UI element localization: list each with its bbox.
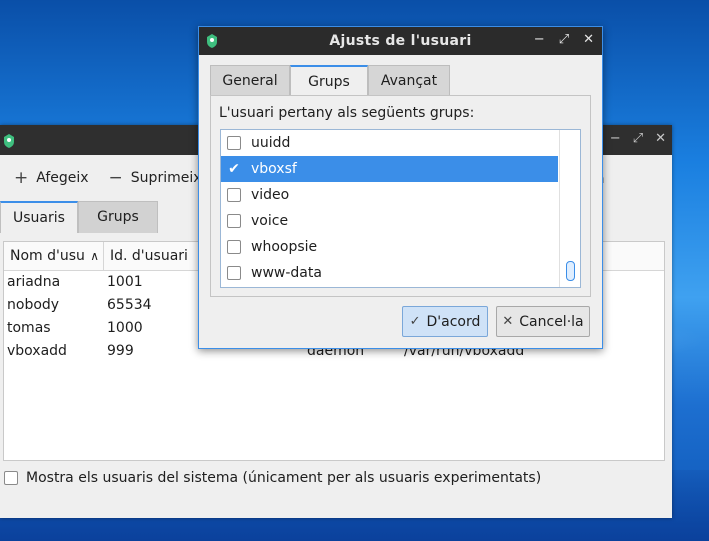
close-icon[interactable]: ✕ (583, 32, 594, 47)
check-icon: ✓ (409, 314, 421, 329)
group-name: vboxsf (251, 161, 297, 177)
user-name: tomas (7, 320, 51, 336)
remove-user-button[interactable]: − Suprimeix (109, 168, 202, 188)
list-item[interactable]: voice (221, 208, 558, 234)
sort-ascending-icon: ∧ (90, 249, 99, 263)
checkmark-icon[interactable]: ✔ (227, 161, 241, 177)
user-settings-dialog: Ajusts de l'usuari − ⤢ ✕ General Grups A… (198, 26, 603, 349)
group-name: video (251, 187, 290, 203)
group-checkbox[interactable] (227, 136, 241, 150)
group-name: uuidd (251, 135, 291, 151)
tab-advanced[interactable]: Avançat (368, 65, 450, 95)
users-tabs: Usuaris Grups (0, 201, 158, 233)
scrollbar-thumb[interactable] (566, 261, 575, 281)
groups-label: L'usuari pertany als següents grups: (219, 105, 475, 121)
group-checkbox[interactable] (227, 214, 241, 228)
plus-icon: + (14, 168, 29, 188)
show-system-users-checkbox[interactable] (4, 471, 18, 485)
column-name-label: Nom d'usu (10, 248, 85, 264)
list-item[interactable]: whoopsie (221, 234, 558, 260)
groups-scrollbar[interactable] (559, 130, 580, 287)
cancel-button[interactable]: ✕ Cancel·la (496, 306, 590, 337)
group-checkbox[interactable] (227, 266, 241, 280)
remove-user-label: Suprimeix (130, 170, 202, 186)
close-icon[interactable]: ✕ (655, 131, 666, 146)
list-item[interactable]: ✔ vboxsf (221, 156, 558, 182)
minus-icon: − (108, 168, 123, 188)
tab-groups[interactable]: Grups (290, 65, 368, 95)
minimize-icon[interactable]: − (534, 32, 545, 47)
tab-general[interactable]: General (210, 65, 290, 95)
groups-list: uuidd ✔ vboxsf video voice whoopsie www-… (220, 129, 581, 288)
users-toolbar: + Afegeix − Suprimeix (0, 165, 208, 191)
ok-label: D'acord (426, 313, 481, 330)
app-logo-icon (2, 133, 16, 153)
dialog-tabs: General Grups Avançat (210, 65, 450, 95)
group-checkbox[interactable] (227, 240, 241, 254)
list-item[interactable]: video (221, 182, 558, 208)
user-id: 1001 (107, 274, 143, 290)
minimize-icon[interactable]: − (610, 131, 621, 146)
user-name: nobody (7, 297, 60, 313)
list-item[interactable]: uuidd (221, 130, 558, 156)
add-user-label: Afegeix (36, 170, 89, 186)
dialog-titlebar: Ajusts de l'usuari − ⤢ ✕ (199, 27, 602, 55)
groups-panel: L'usuari pertany als següents grups: uui… (210, 95, 591, 297)
column-header-name[interactable]: Nom d'usu ∧ (4, 242, 104, 270)
user-name: vboxadd (7, 343, 67, 359)
show-system-users-option[interactable]: Mostra els usuaris del sistema (únicamen… (4, 470, 541, 486)
close-icon: ✕ (502, 314, 514, 329)
user-id: 999 (107, 343, 134, 359)
cancel-label: Cancel·la (519, 313, 584, 330)
group-name: www-data (251, 265, 322, 281)
user-name: ariadna (7, 274, 61, 290)
user-id: 1000 (107, 320, 143, 336)
add-user-button[interactable]: + Afegeix (14, 168, 89, 188)
user-id: 65534 (107, 297, 152, 313)
maximize-icon[interactable]: ⤢ (559, 32, 569, 47)
tab-users[interactable]: Usuaris (0, 201, 78, 233)
group-name: voice (251, 213, 289, 229)
show-system-users-label: Mostra els usuaris del sistema (únicamen… (26, 470, 542, 486)
list-item[interactable]: www-data (221, 260, 558, 286)
group-name: whoopsie (251, 239, 318, 255)
group-checkbox[interactable] (227, 188, 241, 202)
ok-button[interactable]: ✓ D'acord (402, 306, 488, 337)
tab-groups[interactable]: Grups (77, 201, 158, 233)
maximize-icon[interactable]: ⤢ (633, 131, 643, 146)
